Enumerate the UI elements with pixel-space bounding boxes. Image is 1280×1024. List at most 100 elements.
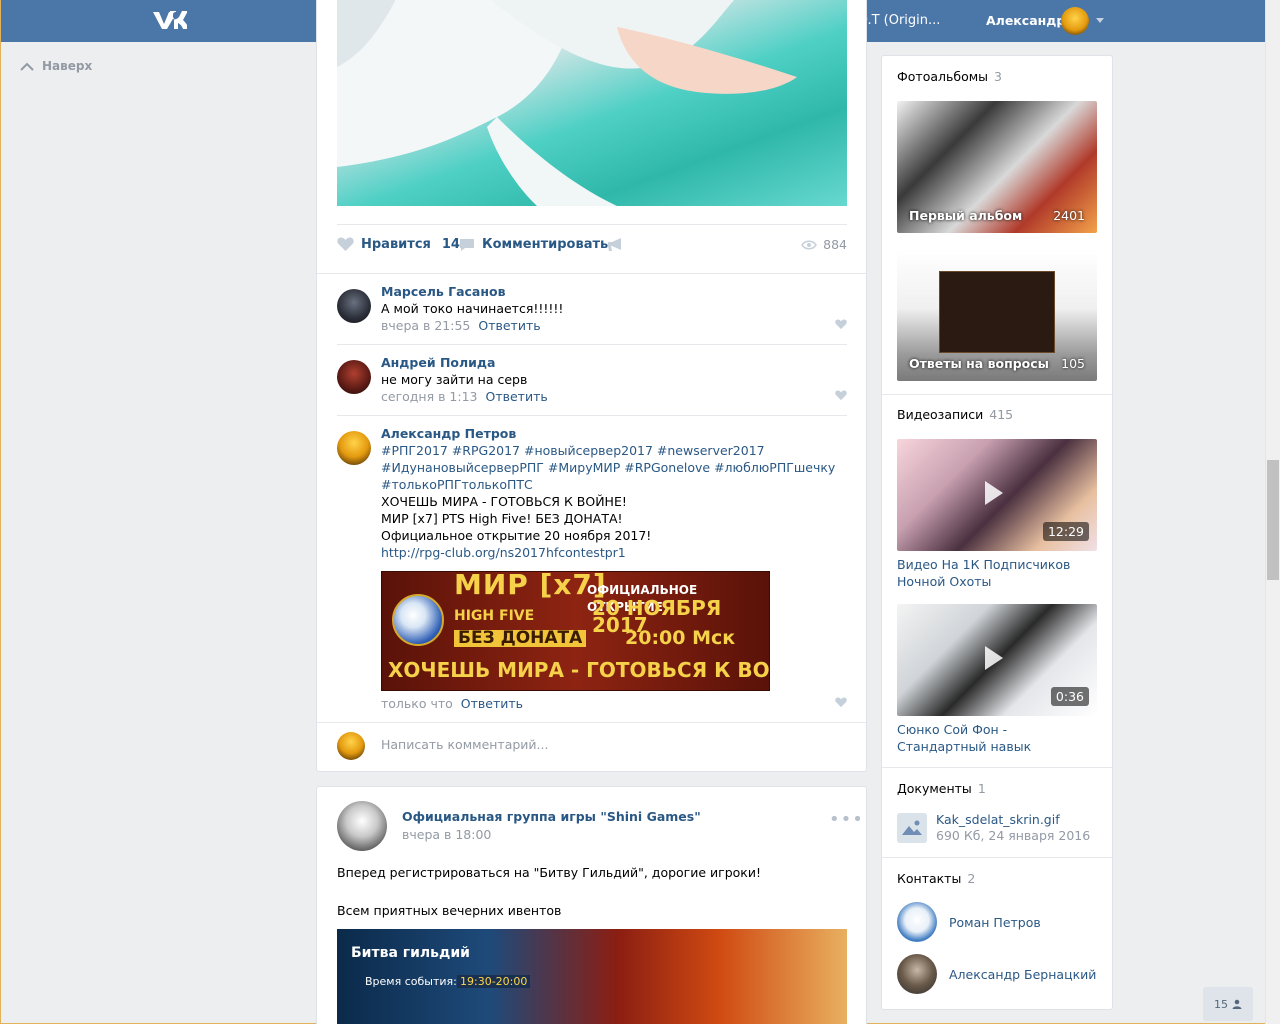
- post-actions: Нравится 14 Комментировать 884: [337, 237, 847, 257]
- scroll-to-top-link[interactable]: Наверх: [20, 59, 92, 73]
- comment-author-name[interactable]: Александр Петров: [381, 425, 847, 442]
- album-card[interactable]: Первый альбом 2401: [897, 101, 1097, 233]
- comment-icon: [460, 238, 474, 251]
- online-friends-button[interactable]: 15: [1203, 987, 1253, 1021]
- chevron-up-icon: [20, 62, 34, 71]
- comment-time[interactable]: только что: [381, 696, 453, 711]
- views-counter: 884: [801, 237, 847, 252]
- album-name: Первый альбом: [909, 208, 1023, 223]
- documents-count: 1: [977, 781, 986, 796]
- banner-title: МИР [x7]: [454, 571, 607, 601]
- image-event-time: 19:30-20:00: [457, 975, 531, 988]
- image-doc-icon: [897, 813, 927, 843]
- reply-link[interactable]: Ответить: [461, 696, 523, 711]
- post-image[interactable]: [337, 0, 847, 206]
- banner-slogan: ХОЧЕШЬ МИРА - ГОТОВЬСЯ К ВОЙНЕ: [388, 658, 770, 682]
- album-count: 2401: [1053, 208, 1085, 223]
- wall-post: Нравится 14 Комментировать 884 Марсель Г…: [316, 0, 867, 772]
- documents-title: Документы: [897, 781, 972, 796]
- eye-icon: [801, 239, 818, 250]
- post-text: Вперед регистрироваться на "Битву Гильди…: [337, 863, 847, 920]
- post-author-name[interactable]: Официальная группа игры "Shini Games": [402, 809, 701, 824]
- comment-like-heart-icon[interactable]: [835, 390, 847, 401]
- document-meta: 690 Кб, 24 января 2016: [936, 828, 1091, 843]
- comment-like-heart-icon[interactable]: [835, 697, 847, 708]
- more-options-icon[interactable]: •••: [829, 809, 864, 830]
- chevron-down-icon[interactable]: [1096, 18, 1104, 23]
- promo-banner-image[interactable]: МИР [x7] HIGH FIVE БЕЗ ДОНАТА ОФИЦИАЛЬНО…: [381, 571, 770, 691]
- banner-subtitle: HIGH FIVE: [454, 608, 535, 624]
- comment-author-avatar[interactable]: [337, 431, 371, 465]
- video-title[interactable]: Сюнко Сой Фон - Стандартный навык: [897, 721, 1097, 755]
- post-text-line: Вперед регистрироваться на "Битву Гильди…: [337, 865, 761, 880]
- reply-link[interactable]: Ответить: [486, 389, 548, 404]
- image-event-label: Время события:: [365, 975, 457, 988]
- videos-title: Видеозаписи: [897, 407, 984, 422]
- comment-text: МИР [x7] PTS High Five! БЕЗ ДОНАТА!: [381, 511, 623, 526]
- reply-link[interactable]: Ответить: [478, 318, 540, 333]
- comment-author-avatar[interactable]: [337, 360, 371, 394]
- contact-avatar[interactable]: [897, 902, 937, 942]
- post-image[interactable]: Битва гильдий Время события: 19:30-20:00: [337, 929, 847, 1024]
- like-button[interactable]: Нравится 14: [337, 237, 460, 252]
- online-count: 15: [1214, 997, 1228, 1011]
- group-avatar[interactable]: [337, 801, 387, 851]
- comment-text: Официальное открытие 20 ноября 2017!: [381, 528, 652, 543]
- contacts-header[interactable]: Контакты 2: [897, 871, 975, 886]
- write-comment-input[interactable]: Написать комментарий...: [381, 737, 548, 752]
- share-megaphone-icon[interactable]: [607, 237, 624, 252]
- post-text-line: Всем приятных вечерних ивентов: [337, 903, 562, 918]
- artwork-illustration: [337, 0, 797, 206]
- comment-button[interactable]: Комментировать: [459, 237, 608, 252]
- scrollbar-thumb[interactable]: [1267, 460, 1279, 580]
- views-count: 884: [823, 237, 847, 252]
- albums-header[interactable]: Фотоальбомы 3: [897, 69, 1002, 84]
- video-thumbnail[interactable]: 0:36: [897, 604, 1097, 716]
- comment-author-name[interactable]: Марсель Гасанов: [381, 283, 847, 300]
- like-label: Нравится: [361, 237, 431, 252]
- person-icon: [1232, 999, 1242, 1009]
- contacts-title: Контакты: [897, 871, 962, 886]
- like-count: 14: [441, 237, 460, 252]
- image-title: Битва гильдий: [351, 945, 470, 961]
- comment-author-name[interactable]: Андрей Полида: [381, 354, 847, 371]
- comment-link[interactable]: http://rpg-club.org/ns2017hfcontestpr1: [381, 545, 626, 560]
- comment-hashtags[interactable]: #РПГ2017 #RPG2017 #новыйсервер2017 #news…: [381, 442, 847, 459]
- video-thumbnail[interactable]: 12:29: [897, 439, 1097, 551]
- profile-sidebar: Фотоальбомы 3 Первый альбом 2401 Ответы н…: [881, 55, 1113, 1010]
- videos-count: 415: [989, 407, 1014, 422]
- comment-author-avatar[interactable]: [337, 289, 371, 323]
- vk-logo-icon[interactable]: [151, 9, 187, 33]
- album-card[interactable]: Ответы на вопросы 105: [897, 249, 1097, 381]
- contact-avatar[interactable]: [897, 954, 937, 994]
- banner-time: 20:00 Мск: [625, 627, 736, 649]
- comment-label: Комментировать: [482, 237, 609, 252]
- comment-text: ХОЧЕШЬ МИРА - ГОТОВЬСЯ К ВОЙНЕ!: [381, 494, 627, 509]
- document-name[interactable]: Kak_sdelat_skrin.gif: [936, 812, 1060, 827]
- comment-hashtags[interactable]: #ИдунановыйсерверРПГ #МируМИР #RPGonelov…: [381, 459, 847, 476]
- album-count: 105: [1061, 356, 1085, 371]
- videos-header[interactable]: Видеозаписи 415: [897, 407, 1013, 422]
- documents-header[interactable]: Документы 1: [897, 781, 986, 796]
- comment-like-heart-icon[interactable]: [835, 319, 847, 330]
- user-avatar[interactable]: [1061, 7, 1089, 35]
- comment-hashtags[interactable]: #толькоРПГтолькоПТС: [381, 476, 847, 493]
- comment-time[interactable]: сегодня в 1:13: [381, 389, 478, 404]
- wall-post: Официальная группа игры "Shini Games" вч…: [316, 786, 867, 1024]
- contact-name[interactable]: Роман Петров: [949, 915, 1041, 930]
- video-title[interactable]: Видео На 1К Подписчиков Ночной Охоты: [897, 556, 1097, 590]
- current-user-avatar: [337, 732, 365, 760]
- play-icon: [985, 646, 1003, 670]
- eagle-emblem-icon: [392, 594, 444, 646]
- video-duration: 0:36: [1050, 687, 1089, 706]
- banner-no-donate: БЕЗ ДОНАТА: [454, 630, 587, 647]
- video-duration: 12:29: [1042, 522, 1089, 541]
- post-time[interactable]: вчера в 18:00: [402, 827, 491, 842]
- contact-name[interactable]: Александр Бернацкий: [949, 967, 1096, 982]
- scroll-to-top-label: Наверх: [42, 59, 93, 73]
- comment-text: А мой токо начинается!!!!!!: [381, 301, 564, 316]
- comment-time[interactable]: вчера в 21:55: [381, 318, 470, 333]
- contacts-count: 2: [967, 871, 976, 886]
- user-name[interactable]: Александр: [986, 13, 1065, 28]
- albums-count: 3: [994, 69, 1002, 84]
